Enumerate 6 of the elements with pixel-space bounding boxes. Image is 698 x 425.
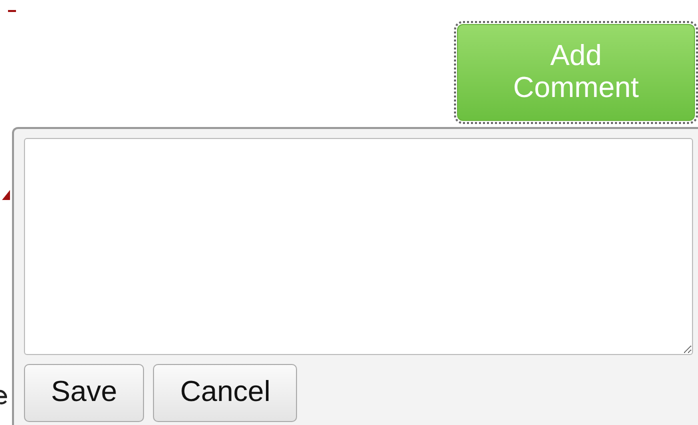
glyph-fragment-mark [0,389,7,405]
comment-field[interactable] [24,138,693,355]
triangle-icon [2,190,10,200]
dash-mark [8,10,16,12]
save-button[interactable]: Save [24,364,144,422]
cancel-button[interactable]: Cancel [153,364,298,422]
